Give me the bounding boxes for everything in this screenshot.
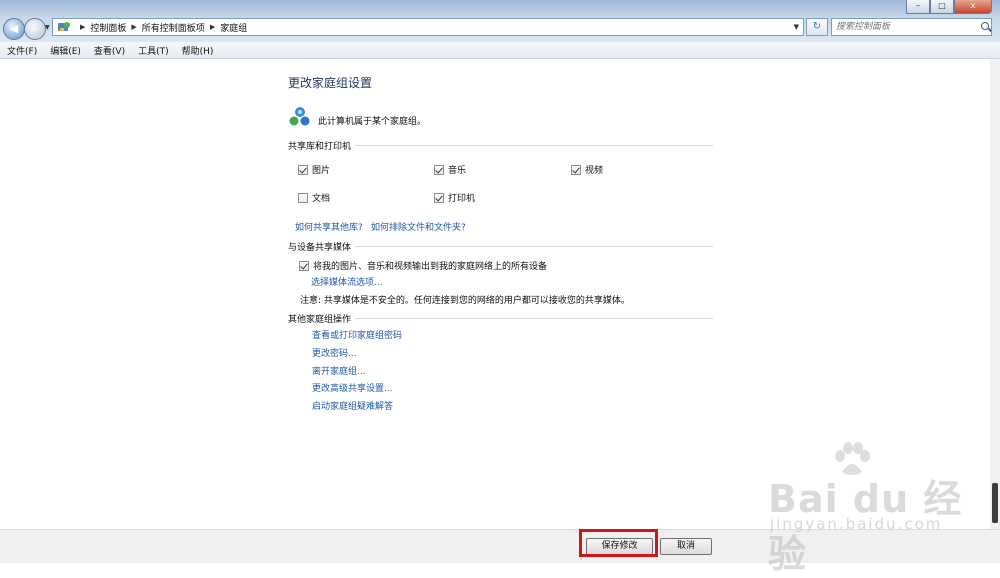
checkbox-stream-media[interactable]: 将我的图片、音乐和视频输出到我的家庭网络上的所有设备 xyxy=(299,259,547,272)
other-section-label: 其他家庭组操作 xyxy=(288,315,352,325)
checkbox-label: 图片 xyxy=(312,166,331,176)
breadcrumb-arrow-icon: ▶ xyxy=(209,23,216,31)
menu-file[interactable]: 文件(F) xyxy=(0,44,43,57)
history-dropdown-icon[interactable]: ▼ xyxy=(45,24,50,31)
share-section-label: 共享库和打印机 xyxy=(288,142,352,152)
window-controls: – □ x xyxy=(906,0,992,14)
address-bar[interactable]: ▶ 控制面板 ▶ 所有控制面板项 ▶ 家庭组 ▼ xyxy=(52,18,804,36)
control-panel-icon xyxy=(58,22,70,31)
window-chrome: – □ x ◀ ▶ ▼ ▶ 控制面板 ▶ 所有控制面板项 ▶ 家庭组 ▼ ↻ xyxy=(0,0,1000,42)
link-troubleshoot[interactable]: 启动家庭组疑难解答 xyxy=(312,399,393,412)
breadcrumb-control-panel[interactable]: 控制面板 xyxy=(90,21,126,34)
checkbox-label: 打印机 xyxy=(448,194,476,204)
membership-text: 此计算机属于某个家庭组。 xyxy=(318,117,427,127)
scrollbar-thumb[interactable] xyxy=(992,483,998,523)
checkbox-box[interactable] xyxy=(298,164,308,175)
checkbox-box[interactable] xyxy=(298,192,308,203)
link-leave-homegroup[interactable]: 离开家庭组... xyxy=(312,364,366,377)
checkbox-label: 视频 xyxy=(585,166,604,176)
checkbox-label: 文档 xyxy=(312,194,331,204)
checkbox-music[interactable]: 音乐 xyxy=(434,163,466,176)
forward-button[interactable]: ▶ xyxy=(24,18,46,40)
cancel-button[interactable]: 取消 xyxy=(660,538,712,555)
link-advanced-sharing[interactable]: 更改高级共享设置... xyxy=(312,381,393,394)
vertical-scrollbar[interactable] xyxy=(990,59,1000,529)
main-content: 更改家庭组设置 此计算机属于某个家庭组。 共享库和打印机 图片 音乐 视频 文档… xyxy=(0,59,990,529)
link-change-password[interactable]: 更改密码... xyxy=(312,346,357,359)
breadcrumb-arrow-icon: ▶ xyxy=(131,23,137,31)
section-divider xyxy=(355,318,713,319)
checkbox-box[interactable] xyxy=(299,260,309,271)
media-section-heading: 与设备共享媒体 xyxy=(288,240,713,253)
search-icon[interactable] xyxy=(981,22,991,32)
checkbox-label: 音乐 xyxy=(448,166,467,176)
checkbox-box[interactable] xyxy=(434,164,444,175)
link-exclude-files[interactable]: 如何排除文件和文件夹? xyxy=(371,220,466,233)
media-section-label: 与设备共享媒体 xyxy=(288,243,352,253)
checkbox-pictures[interactable]: 图片 xyxy=(298,163,330,176)
checkbox-box[interactable] xyxy=(571,164,581,175)
homegroup-icon xyxy=(289,107,310,126)
menu-help[interactable]: 帮助(H) xyxy=(175,44,220,57)
checkbox-videos[interactable]: 视频 xyxy=(571,163,603,176)
menu-bar: 文件(F) 编辑(E) 查看(V) 工具(T) 帮助(H) xyxy=(0,42,1000,59)
maximize-button[interactable]: □ xyxy=(930,0,954,14)
security-note: 注意: 共享媒体是不安全的。任何连接到您的网络的用户都可以接收您的共享媒体。 xyxy=(300,296,630,306)
footer-bar: 保存修改 取消 xyxy=(0,529,1000,563)
breadcrumb-homegroup[interactable]: 家庭组 xyxy=(220,21,247,34)
menu-view[interactable]: 查看(V) xyxy=(87,44,131,57)
checkbox-printers[interactable]: 打印机 xyxy=(434,191,475,204)
close-button[interactable]: x xyxy=(954,0,992,14)
menu-edit[interactable]: 编辑(E) xyxy=(43,44,87,57)
link-view-print-password[interactable]: 查看或打印家庭组密码 xyxy=(312,328,402,341)
share-section-heading: 共享库和打印机 xyxy=(288,139,713,152)
menu-tools[interactable]: 工具(T) xyxy=(131,44,175,57)
page-title: 更改家庭组设置 xyxy=(288,76,373,90)
minimize-button[interactable]: – xyxy=(906,0,930,14)
address-dropdown-icon[interactable]: ▼ xyxy=(794,23,799,31)
other-section-heading: 其他家庭组操作 xyxy=(288,312,713,325)
section-divider xyxy=(355,246,713,247)
back-button[interactable]: ◀ xyxy=(3,18,25,40)
section-divider xyxy=(355,145,713,146)
breadcrumb-arrow-icon: ▶ xyxy=(80,23,86,31)
link-share-other-libraries[interactable]: 如何共享其他库? xyxy=(295,220,363,233)
checkbox-documents[interactable]: 文档 xyxy=(298,191,330,204)
search-box[interactable] xyxy=(831,18,992,36)
refresh-button[interactable]: ↻ xyxy=(806,18,828,36)
search-input[interactable] xyxy=(832,21,978,33)
breadcrumb-all-items[interactable]: 所有控制面板项 xyxy=(142,21,205,34)
checkbox-label: 将我的图片、音乐和视频输出到我的家庭网络上的所有设备 xyxy=(313,262,548,272)
checkbox-box[interactable] xyxy=(434,192,444,203)
highlight-box xyxy=(579,529,658,557)
link-media-stream-options[interactable]: 选择媒体流选项... xyxy=(311,275,383,288)
